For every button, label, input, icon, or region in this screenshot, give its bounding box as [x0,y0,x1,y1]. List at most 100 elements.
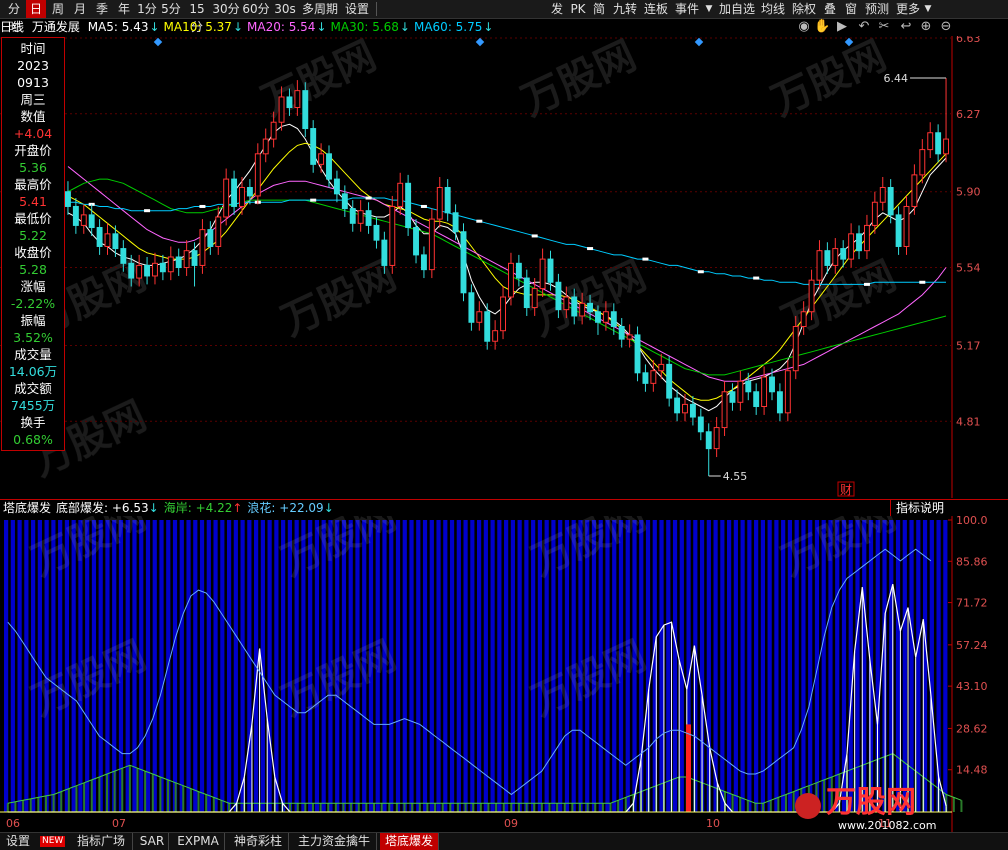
candle [302,82,309,137]
indicator-axis-tick: 100.0 [956,516,988,527]
period-toolbar: 分时日周月季年 1分 5分 15分 30分 60分 30s 多周期 设置发 PK 简九转 连板 事件 ▼ 加… [0,0,1008,34]
background-column [524,520,529,812]
toolbar-period-5[interactable]: 年 [114,0,134,18]
toolbar-period-12[interactable]: 多周期 [300,0,340,18]
stock-name[interactable]: 万通发展 [32,20,80,34]
toolbar-action-7[interactable]: 均线 [759,0,787,18]
toolbar-action-8[interactable]: 除权 [790,0,818,18]
ma60-marker [697,270,704,274]
candle [254,143,261,205]
candle-body [800,311,807,327]
indicator-axis-tick: 43.10 [956,680,988,693]
indicator-tab-2[interactable]: EXPMA [172,833,225,850]
ma-legend-item: MA30: 5.68 [330,20,399,34]
side-panel-open: 5.36 [19,160,47,175]
date-axis-label: 06 [6,817,20,830]
toolbar-action-0[interactable]: 发 [548,0,566,18]
toolbar-more-dropdown-icon[interactable]: ▼ [923,0,933,18]
indicator-axis-tick: 85.86 [956,555,988,568]
background-column [902,520,907,812]
price-axis-tick: 5.90 [956,186,981,199]
settings-tab[interactable]: 设置 [6,833,34,850]
ma60-marker [365,196,372,200]
indicator-tab-4[interactable]: 主力资金擒牛 [292,833,377,850]
toolbar-period-13[interactable]: 设置 [342,0,372,18]
toolbar-dropdown-icon[interactable]: ▼ [704,0,714,18]
candle [863,214,870,260]
date-axis-label: 09 [504,817,518,830]
toolbar-action-6[interactable]: 加自选 [718,0,756,18]
zoom-out-icon[interactable]: ⊖ [938,19,954,35]
toolbar-period-4[interactable]: 季 [92,0,112,18]
candle [231,170,238,215]
toolbar-period-1[interactable]: 日 [26,0,46,18]
toolbar-period-3[interactable]: 月 [70,0,90,18]
background-column [449,520,455,812]
candle-body [602,311,609,323]
candle-body [128,262,135,279]
toolbar-period-11[interactable]: 30s [272,0,298,18]
brand-logo-emblem [795,793,821,819]
ma-legend: MA5: 5.43↓ MA10: 5.37↓ MA20: 5.54↓ MA30: 5.… [88,20,498,34]
candle-body [871,201,878,226]
zoom-in-icon[interactable]: ⊕ [918,19,934,35]
side-panel-high-label: 最高价 [14,177,52,192]
side-panel-low: 5.22 [19,228,47,243]
hand-icon[interactable]: ✋ [814,19,830,35]
toolbar-period-6[interactable]: 1分 [136,0,158,18]
candle-body [326,153,332,180]
indicator-tab-1[interactable]: SAR [136,833,169,850]
toolbar-action-4[interactable]: 连板 [642,0,670,18]
indicator-chart[interactable]: 100.0 85.86 71.72 57.24 43.10 28.62 14.48 06 07 0… [0,516,1008,832]
back-icon[interactable]: ↩ [898,19,914,35]
candle [318,143,325,173]
candle [713,417,720,458]
undo-icon[interactable]: ↶ [856,19,872,35]
low-marker-label: 4.55 [723,470,748,483]
candle-body [848,233,855,260]
eye-icon[interactable]: ◉ [796,19,812,35]
candle-body [444,187,451,214]
candle-body [927,132,934,151]
date-axis-label: 07 [112,817,126,830]
candle-body [175,256,182,269]
background-column [152,520,157,812]
toolbar-period-7[interactable]: 5分 [160,0,182,18]
side-panel-time-label: 时间 [20,41,46,56]
toolbar-period-0[interactable]: 分时 [4,0,24,34]
candle [500,286,506,340]
candle [405,174,412,236]
candle [167,246,174,281]
toolbar-period-9[interactable]: 30分 [212,0,240,18]
indicator-tab-5[interactable]: 塔底爆发 [380,833,439,850]
candle-body [713,427,720,450]
toolbar-period-8[interactable]: 15分 [184,0,210,34]
candle [634,326,641,382]
toolbar-action-9[interactable]: 叠 [821,0,839,18]
side-panel-high: 5.41 [19,194,47,209]
candle-body [634,334,641,374]
toolbar-action-5[interactable]: 事件 [673,0,701,18]
candle-body [357,210,364,224]
toolbar-action-11[interactable]: 预测 [863,0,891,18]
play-icon[interactable]: ▶ [834,19,850,35]
indicator-name[interactable]: 塔底爆发 [3,501,51,515]
candle-body [207,229,214,247]
toolbar-action-1[interactable]: PK [569,0,587,18]
candlestick-chart[interactable]: 万股网 万股网 万股网万股网 万股网 万股网 万股网万股网6.636.275.905.54… [0,36,1008,498]
toolbar-action-12[interactable]: 更多 [894,0,922,18]
candle-body [152,262,158,277]
indicator-tab-3[interactable]: 神奇彩柱 [228,833,289,850]
toolbar-action-3[interactable]: 九转 [611,0,639,18]
toolbar-action-2[interactable]: 简 [590,0,608,18]
toolbar-period-10[interactable]: 60分 [242,0,270,18]
scissors-icon[interactable]: ✂ [876,19,892,35]
indicator-help-button[interactable]: 指标说明 [890,500,949,516]
side-panel-volume: 14.06万 [8,364,58,379]
toolbar-action-10[interactable]: 窗 [842,0,860,18]
candle-body [697,416,704,433]
candle [349,200,356,232]
indicator-tab-0[interactable]: 指标广场 [70,833,133,850]
toolbar-period-2[interactable]: 周 [48,0,68,18]
indicator-axis-tick: 14.48 [956,764,988,777]
